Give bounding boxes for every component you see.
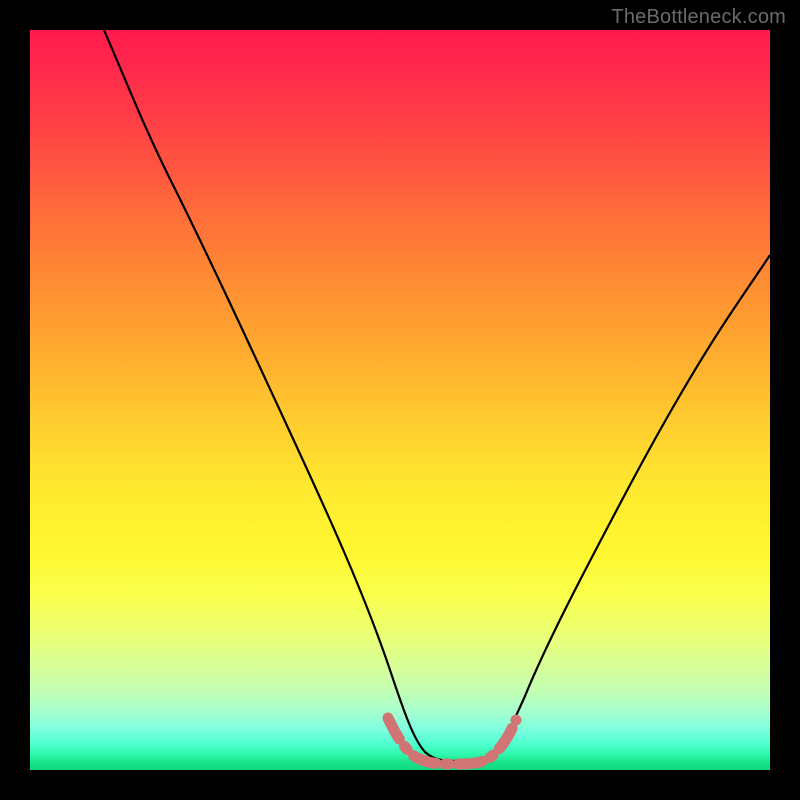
chart-frame: TheBottleneck.com <box>0 0 800 800</box>
attribution-text: TheBottleneck.com <box>611 6 786 29</box>
optimal-region-marker <box>388 718 516 764</box>
curve-layer <box>30 30 770 770</box>
plot-area <box>30 30 770 770</box>
bottleneck-curve <box>104 30 770 761</box>
